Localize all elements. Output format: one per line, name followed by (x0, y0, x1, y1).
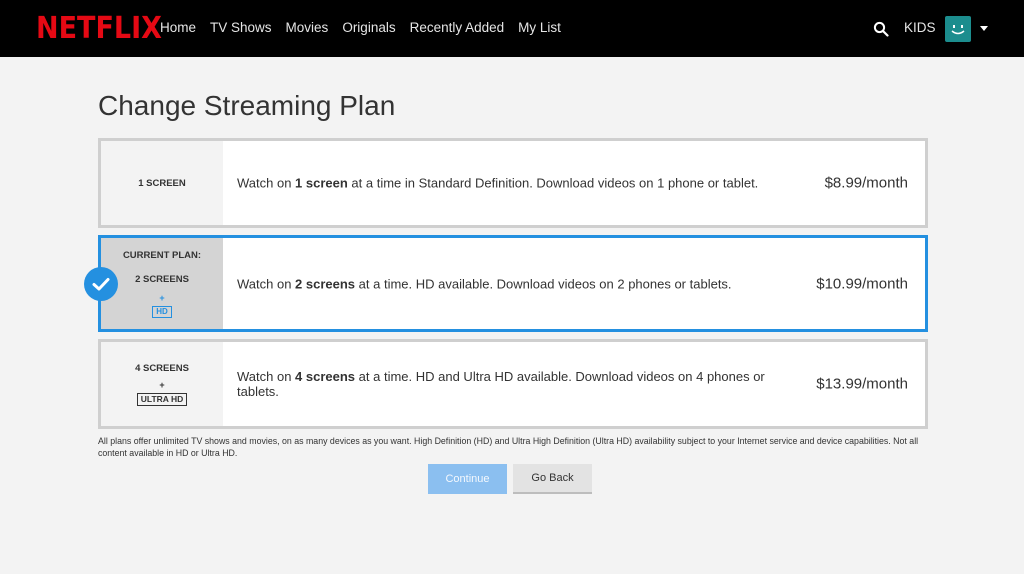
plus-sign: + (159, 379, 165, 390)
plan-screens-label: 1 SCREEN (138, 177, 186, 189)
nav-movies[interactable]: Movies (286, 20, 329, 35)
nav-tv-shows[interactable]: TV Shows (210, 20, 272, 35)
plan-1-summary: 1 SCREEN (101, 141, 223, 225)
nav-recently-added[interactable]: Recently Added (410, 20, 505, 35)
plan-option-2-screens[interactable]: CURRENT PLAN: 2 SCREENS + HD Watch on 2 … (98, 235, 928, 332)
continue-button[interactable]: Continue (428, 464, 507, 494)
netflix-logo[interactable]: NETFLIX (36, 11, 162, 46)
plus-sign: + (159, 292, 165, 303)
plan-option-4-screens[interactable]: 4 SCREENS + ULTRA HD Watch on 4 screens … (98, 339, 928, 429)
plan-3-summary: 4 SCREENS + ULTRA HD (101, 342, 223, 426)
plan-option-1-screen[interactable]: 1 SCREEN Watch on 1 screen at a time in … (98, 138, 928, 228)
page-title: Change Streaming Plan (98, 90, 396, 121)
kids-link[interactable]: KIDS (904, 20, 936, 35)
go-back-button[interactable]: Go Back (513, 464, 592, 494)
caret-down-icon[interactable] (980, 26, 988, 31)
search-icon[interactable] (873, 21, 889, 37)
ultra-hd-badge: ULTRA HD (136, 392, 188, 406)
plan-description: Watch on 2 screens at a time. HD availab… (237, 276, 732, 291)
plan-screens-label: 2 SCREENS (135, 273, 189, 285)
selected-check-icon (84, 267, 118, 301)
plan-disclaimer: All plans offer unlimited TV shows and m… (98, 436, 919, 458)
profile-avatar[interactable] (945, 16, 971, 42)
plan-price: $8.99/month (824, 174, 908, 192)
plan-price: $13.99/month (816, 375, 908, 393)
plan-description: Watch on 1 screen at a time in Standard … (237, 175, 759, 191)
current-plan-label: CURRENT PLAN: (122, 249, 202, 261)
top-navigation-bar: NETFLIX Home TV Shows Movies Originals R… (0, 0, 1024, 57)
nav-home[interactable]: Home (160, 20, 196, 35)
nav-originals[interactable]: Originals (342, 20, 395, 35)
smiley-face-icon (951, 25, 965, 35)
hd-badge: HD (152, 305, 172, 318)
plan-description: Watch on 4 screens at a time. HD and Ult… (237, 369, 765, 399)
plan-price: $10.99/month (816, 275, 908, 292)
plan-2-summary: CURRENT PLAN: 2 SCREENS + HD (101, 238, 223, 329)
plan-screens-label: 4 SCREENS (135, 362, 189, 374)
nav-my-list[interactable]: My List (518, 20, 561, 35)
main-nav: Home TV Shows Movies Originals Recently … (160, 20, 575, 35)
